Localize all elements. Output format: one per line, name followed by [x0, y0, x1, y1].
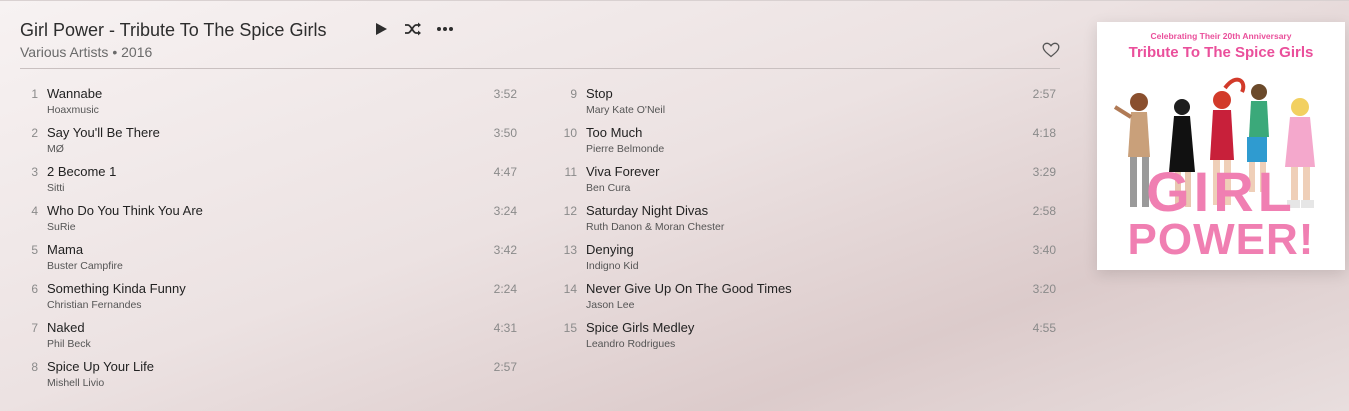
track-number: 2 — [31, 126, 38, 140]
track-title: Saturday Night Divas — [586, 203, 709, 218]
track-artist[interactable]: Indigno Kid — [586, 260, 639, 272]
cover-title: Tribute To The Spice Girls — [1128, 44, 1314, 61]
track-duration: 3:40 — [1032, 243, 1056, 257]
track-row[interactable]: 1 Wannabe Hoaxmusic 3:52 — [20, 80, 517, 119]
track-title: Say You'll Be There — [47, 125, 160, 140]
track-artist[interactable]: Pierre Belmonde — [586, 143, 664, 155]
track-row[interactable]: 14 Never Give Up On The Good Times Jason… — [559, 275, 1056, 314]
play-button[interactable] — [370, 19, 392, 39]
track-duration: 3:50 — [493, 126, 517, 140]
track-number: 13 — [563, 243, 577, 257]
more-button[interactable] — [434, 19, 456, 39]
track-number: 5 — [31, 243, 38, 257]
track-row[interactable]: 13 Denying Indigno Kid 3:40 — [559, 236, 1056, 275]
track-artist[interactable]: Sitti — [47, 182, 65, 194]
track-artist[interactable]: Buster Campfire — [47, 260, 123, 272]
track-number: 3 — [31, 165, 38, 179]
shuffle-icon — [405, 22, 421, 36]
track-row[interactable]: 11 Viva Forever Ben Cura 3:29 — [559, 158, 1056, 197]
track-title: Naked — [47, 320, 85, 335]
track-duration: 2:57 — [493, 360, 517, 374]
track-duration: 4:47 — [493, 165, 517, 179]
track-title: Wannabe — [47, 86, 103, 101]
track-artist[interactable]: Ruth Danon & Moran Chester — [586, 221, 724, 233]
track-number: 4 — [31, 204, 38, 218]
cover-word-power: POWER! — [1127, 215, 1315, 264]
cover-word-girl: GIRL — [1146, 160, 1296, 223]
track-row[interactable]: 15 Spice Girls Medley Leandro Rodrigues … — [559, 314, 1056, 353]
track-duration: 2:24 — [493, 282, 517, 296]
track-artist[interactable]: Christian Fernandes — [47, 299, 142, 311]
track-title: Spice Girls Medley — [586, 320, 695, 335]
album-cover[interactable]: Celebrating Their 20th Anniversary Tribu… — [1097, 22, 1345, 270]
track-number: 15 — [563, 321, 577, 335]
track-duration: 3:29 — [1032, 165, 1056, 179]
track-title: Stop — [586, 86, 613, 101]
play-icon — [376, 23, 387, 35]
track-number: 7 — [31, 321, 38, 335]
album-controls — [370, 19, 456, 39]
track-title: Never Give Up On The Good Times — [586, 281, 792, 296]
track-title: Who Do You Think You Are — [47, 203, 203, 218]
track-artist[interactable]: Hoaxmusic — [47, 104, 99, 116]
track-row[interactable]: 10 Too Much Pierre Belmonde 4:18 — [559, 119, 1056, 158]
top-border — [0, 0, 1349, 1]
track-title: Something Kinda Funny — [47, 281, 186, 296]
track-artist[interactable]: SuRie — [47, 221, 76, 233]
track-artist[interactable]: Ben Cura — [586, 182, 630, 194]
track-number: 10 — [563, 126, 577, 140]
track-duration: 3:52 — [493, 87, 517, 101]
track-duration: 3:24 — [493, 204, 517, 218]
more-icon — [437, 27, 453, 31]
track-list-right: 9 Stop Mary Kate O'Neil 2:57 10 Too Much… — [559, 80, 1056, 353]
track-title: Too Much — [586, 125, 643, 140]
favorite-button[interactable] — [1042, 42, 1060, 58]
track-duration: 4:18 — [1032, 126, 1056, 140]
track-number: 14 — [563, 282, 577, 296]
album-header: Girl Power - Tribute To The Spice Girls … — [20, 16, 1060, 68]
track-row[interactable]: 4 Who Do You Think You Are SuRie 3:24 — [20, 197, 517, 236]
track-artist[interactable]: MØ — [47, 143, 64, 155]
track-row[interactable]: 7 Naked Phil Beck 4:31 — [20, 314, 517, 353]
track-duration: 4:55 — [1032, 321, 1056, 335]
track-duration: 4:31 — [493, 321, 517, 335]
track-row[interactable]: 3 2 Become 1 Sitti 4:47 — [20, 158, 517, 197]
track-number: 1 — [31, 87, 38, 101]
heart-icon — [1042, 42, 1060, 58]
track-list-left: 1 Wannabe Hoaxmusic 3:52 2 Say You'll Be… — [20, 80, 517, 392]
track-artist[interactable]: Jason Lee — [586, 299, 634, 311]
album-title: Girl Power - Tribute To The Spice Girls — [20, 20, 327, 40]
cover-subtitle: Celebrating Their 20th Anniversary — [1150, 31, 1292, 41]
track-number: 8 — [31, 360, 38, 374]
track-duration: 3:20 — [1032, 282, 1056, 296]
track-title: Denying — [586, 242, 634, 257]
track-title: Mama — [47, 242, 84, 257]
track-duration: 2:58 — [1032, 204, 1056, 218]
track-artist[interactable]: Leandro Rodrigues — [586, 338, 675, 350]
shuffle-button[interactable] — [402, 19, 424, 39]
track-number: 12 — [563, 204, 577, 218]
track-row[interactable]: 5 Mama Buster Campfire 3:42 — [20, 236, 517, 275]
track-title: Spice Up Your Life — [47, 359, 154, 374]
track-artist[interactable]: Mary Kate O'Neil — [586, 104, 665, 116]
track-row[interactable]: 6 Something Kinda Funny Christian Fernan… — [20, 275, 517, 314]
track-row[interactable]: 9 Stop Mary Kate O'Neil 2:57 — [559, 80, 1056, 119]
track-number: 11 — [564, 165, 577, 179]
track-duration: 3:42 — [493, 243, 517, 257]
header-divider — [20, 68, 1060, 69]
track-artist[interactable]: Phil Beck — [47, 338, 91, 350]
track-row[interactable]: 12 Saturday Night Divas Ruth Danon & Mor… — [559, 197, 1056, 236]
track-number: 9 — [570, 87, 577, 101]
track-title: 2 Become 1 — [47, 164, 117, 179]
track-number: 6 — [31, 282, 38, 296]
track-duration: 2:57 — [1032, 87, 1056, 101]
track-artist[interactable]: Mishell Livio — [47, 377, 104, 389]
album-subtitle[interactable]: Various Artists • 2016 — [20, 44, 152, 60]
track-row[interactable]: 8 Spice Up Your Life Mishell Livio 2:57 — [20, 353, 517, 392]
track-row[interactable]: 2 Say You'll Be There MØ 3:50 — [20, 119, 517, 158]
track-title: Viva Forever — [586, 164, 660, 179]
